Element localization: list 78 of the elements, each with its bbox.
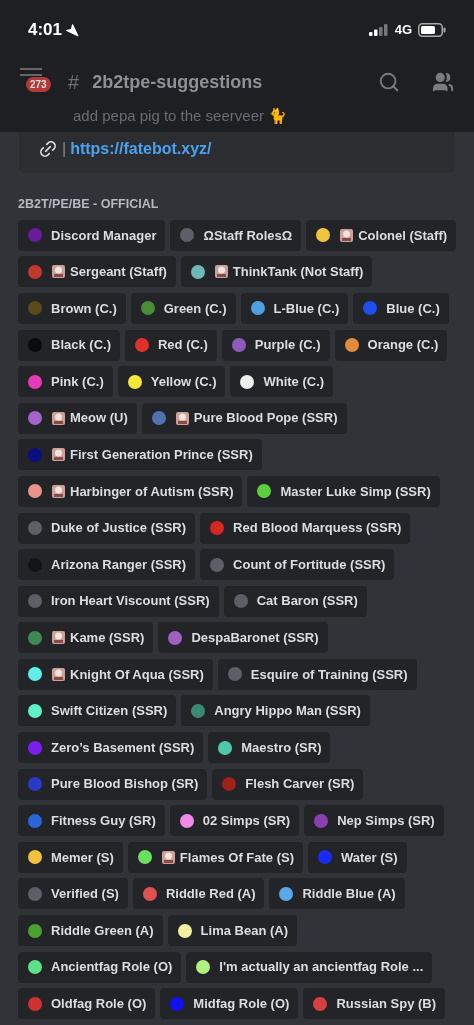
role-name: Riddle Red (A) bbox=[165, 885, 256, 904]
channel-title: 2b2tpe-suggestions bbox=[92, 70, 264, 94]
role-name: Green (C.) bbox=[163, 299, 227, 318]
role-name: DespaBaronet (SSR) bbox=[191, 629, 319, 648]
role-name: Lima Bean (A) bbox=[200, 921, 288, 940]
role-name: Oldfag Role (O) bbox=[51, 994, 147, 1013]
role-name: ThinkTank (Not Staff) bbox=[232, 263, 364, 282]
role-name: Master Luke Simp (SSR) bbox=[280, 482, 431, 501]
role-name: Red (C.) bbox=[157, 336, 208, 355]
role-name: ΩStaff RolesΩ bbox=[203, 226, 293, 245]
link-separator: | bbox=[62, 139, 67, 159]
sticker-icon bbox=[339, 227, 355, 243]
members-icon[interactable] bbox=[432, 71, 454, 93]
role-name: Esquire of Training (SSR) bbox=[250, 665, 408, 684]
role-name: 02 Simps (SR) bbox=[202, 812, 291, 830]
role-name: Discord Manager bbox=[51, 226, 157, 245]
role-name: Ancientfag Role (O) bbox=[51, 958, 173, 977]
search-icon[interactable] bbox=[378, 71, 400, 93]
status-time: 4:01 bbox=[28, 19, 63, 42]
channel-hash: # bbox=[68, 70, 80, 95]
role-name: Fitness Guy (SR) bbox=[51, 812, 156, 830]
role-name: Riddle Blue (A) bbox=[302, 885, 396, 904]
role-name: Blue (C.) bbox=[386, 299, 440, 318]
role-name: Harbinger of Autism (SSR) bbox=[70, 482, 234, 501]
role-name: Riddle Green (A) bbox=[51, 921, 154, 940]
sticker-icon bbox=[51, 264, 66, 280]
role-name: Orange (C.) bbox=[367, 336, 439, 355]
role-name: Colonel (Staff) bbox=[358, 226, 448, 245]
role-name: L-Blue (C.) bbox=[273, 299, 340, 318]
role-name: Pure Blood Bishop (SR) bbox=[51, 775, 199, 794]
role-name: Kame (SSR) bbox=[70, 629, 145, 648]
role-name: Iron Heart Viscount (SSR) bbox=[51, 592, 210, 611]
role-name: Swift Citizen (SSR) bbox=[51, 702, 168, 721]
sticker-icon bbox=[51, 410, 66, 426]
role-name: Sergeant (Staff) bbox=[70, 263, 167, 282]
unread-badge: 273 bbox=[26, 77, 51, 92]
role-name: Meow (U) bbox=[70, 409, 128, 428]
role-name: Black (C.) bbox=[51, 336, 111, 355]
role-name: Russian Spy (B) bbox=[336, 994, 437, 1013]
sticker-icon bbox=[51, 447, 66, 463]
role-name: Pure Blood Pope (SSR) bbox=[193, 409, 338, 428]
role-name: Count of Fortitude (SSR) bbox=[233, 555, 386, 574]
role-name: Knight Of Aqua (SSR) bbox=[70, 665, 204, 684]
role-name: Flesh Carver (SR) bbox=[245, 775, 355, 794]
role-name: White (C.) bbox=[263, 372, 325, 391]
role-name: Angry Hippo Man (SSR) bbox=[214, 702, 361, 721]
role-name: Zero’s Basement (SSR) bbox=[51, 738, 195, 757]
sticker-icon bbox=[51, 483, 66, 499]
role-name: Memer (S) bbox=[51, 848, 114, 867]
role-name: Purple (C.) bbox=[254, 336, 321, 355]
role-name: First Generation Prince (SSR) bbox=[70, 446, 253, 465]
sticker-icon bbox=[174, 410, 190, 426]
role-name: Cat Baron (SSR) bbox=[256, 592, 358, 611]
role-name: Maestro (SR) bbox=[241, 738, 322, 757]
sticker-icon bbox=[51, 630, 66, 646]
battery-icon bbox=[418, 23, 446, 37]
sticker-icon bbox=[213, 264, 229, 280]
role-name: Verified (S) bbox=[51, 885, 119, 904]
signal-icon bbox=[368, 24, 389, 36]
network-label: 4G bbox=[394, 21, 412, 40]
role-name: Pink (C.) bbox=[51, 372, 104, 391]
message-text: add pepa pig to the seerveer 🐈 bbox=[73, 106, 288, 126]
role-name: Flames Of Fate (S) bbox=[179, 848, 294, 867]
location-icon bbox=[65, 23, 80, 37]
role-name: Red Blood Marquess (SSR) bbox=[233, 519, 402, 538]
sticker-icon bbox=[160, 849, 176, 865]
role-name: Water (S) bbox=[341, 848, 398, 867]
link[interactable]: https://fatebot.xyz/ bbox=[70, 137, 212, 161]
role-name: Nep Simps (SR) bbox=[337, 812, 435, 830]
sticker-icon bbox=[51, 666, 66, 682]
role-name: Brown (C.) bbox=[51, 299, 117, 318]
role-name: Midfag Role (O) bbox=[193, 994, 290, 1013]
role-name: I'm actually an ancientfag Role ... bbox=[219, 958, 424, 977]
section-title: 2B2T/PE/BE - OFFICIAL bbox=[18, 196, 160, 213]
role-name: Duke of Justice (SSR) bbox=[51, 519, 187, 538]
role-name: Arizona Ranger (SSR) bbox=[51, 555, 187, 574]
role-name: Yellow (C.) bbox=[150, 372, 217, 391]
menu-icon[interactable] bbox=[20, 68, 42, 76]
